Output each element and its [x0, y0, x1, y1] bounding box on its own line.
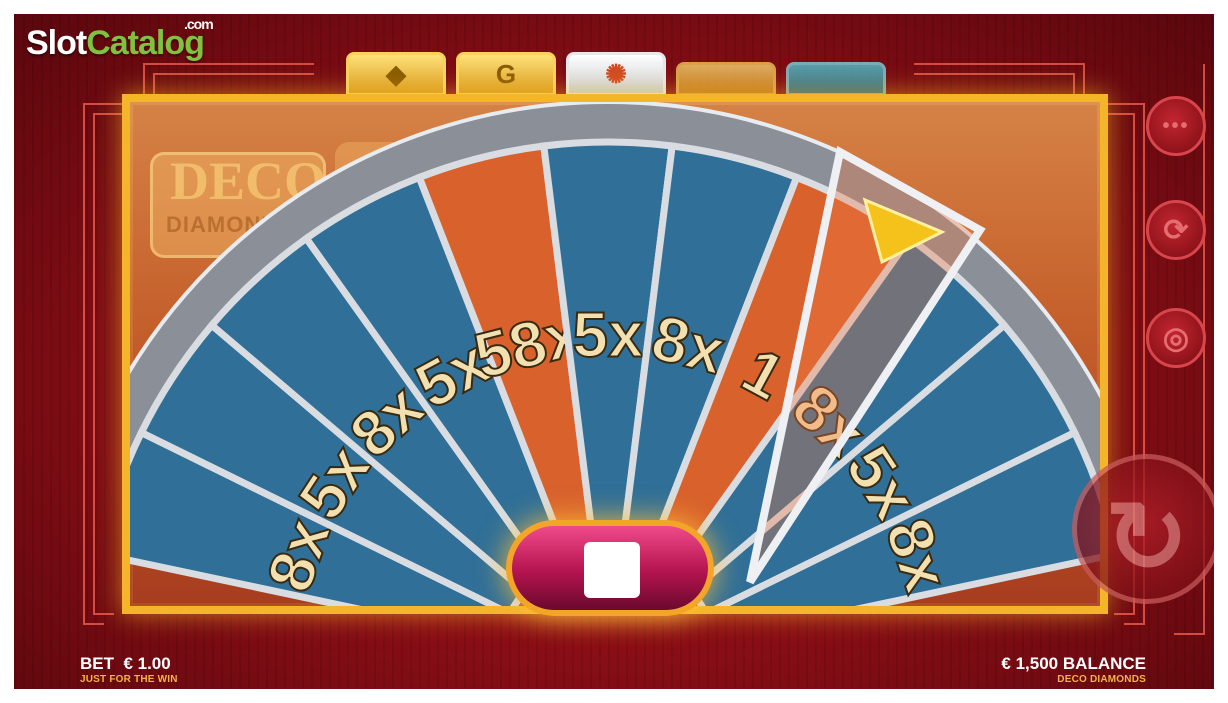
diamond-icon: ◆: [346, 52, 446, 96]
stop-icon: [584, 542, 640, 598]
g-icon: G: [456, 52, 556, 96]
balance-caption: DECO DIAMONDS: [1057, 674, 1146, 685]
gem-icon: [786, 62, 886, 96]
game-frame: SlotCatalog .com ◆ G ✺ DECO DIAMONDS 8x 5x…: [14, 14, 1214, 689]
chip-icon[interactable]: ◎: [1146, 308, 1206, 368]
bet-display: BET € 1.00 JUST FOR THE WIN: [80, 654, 178, 685]
bar-icon: [676, 62, 776, 96]
bet-label: BET: [80, 654, 114, 673]
balance-label: BALANCE: [1062, 654, 1146, 673]
bet-caption: JUST FOR THE WIN: [80, 674, 178, 685]
balance-value: € 1,500: [1001, 654, 1059, 673]
wheel-icon: ✺: [566, 52, 666, 96]
feature-tabs: ◆ G ✺: [346, 52, 886, 96]
slotcatalog-watermark: SlotCatalog .com: [26, 16, 214, 62]
wheel-segment-label: 5x: [572, 299, 644, 371]
spin-button[interactable]: ↻: [1072, 454, 1214, 604]
more-icon[interactable]: •••: [1146, 96, 1206, 156]
autoplay-icon[interactable]: ⟳: [1146, 200, 1206, 260]
spin-icon: ↻: [1105, 482, 1189, 594]
stop-button[interactable]: [506, 520, 714, 616]
balance-display: € 1,500 BALANCE DECO DIAMONDS: [1001, 654, 1146, 685]
bet-value: € 1.00: [123, 654, 171, 673]
